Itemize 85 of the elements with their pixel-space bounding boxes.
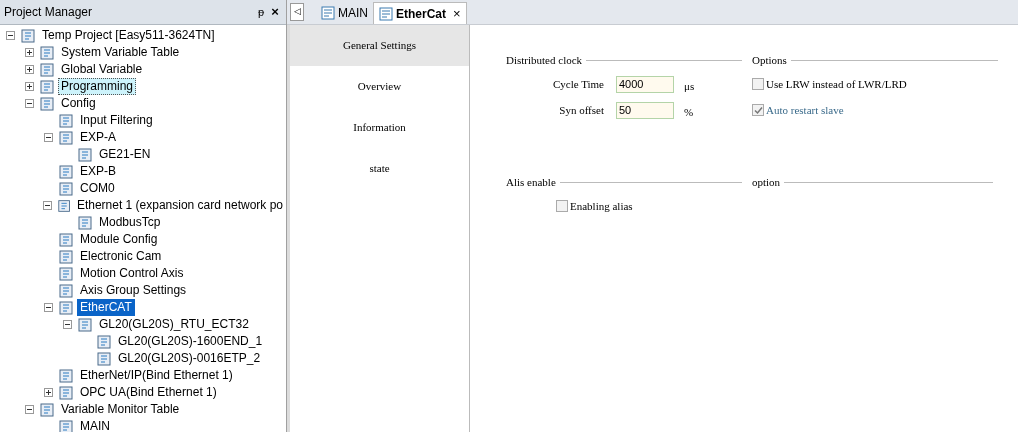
tree-item[interactable]: GL20(GL20S)-1600END_1: [115, 333, 266, 350]
unit-label: %: [684, 104, 694, 120]
tree-item[interactable]: EtherNet/IP(Bind Ethernet 1): [77, 367, 236, 384]
tree-item[interactable]: OPC UA(Bind Ethernet 1): [77, 384, 220, 401]
tree-node-icon: [39, 402, 55, 417]
collapse-icon[interactable]: [24, 405, 34, 414]
tree-item[interactable]: System Variable Table: [58, 44, 183, 61]
tree-node-icon: [96, 334, 112, 349]
tree-item[interactable]: GL20(GL20S)-0016ETP_2: [115, 350, 264, 367]
expand-icon[interactable]: [24, 48, 34, 57]
tree-node-icon: [58, 113, 74, 128]
tree-node-icon: [77, 215, 93, 230]
tree-node-icon: [58, 181, 74, 196]
tree-item[interactable]: GL20(GL20S)_RTU_ECT32: [96, 316, 252, 333]
tree-node-icon: [58, 249, 74, 264]
tab-label: EtherCat: [396, 5, 446, 23]
tree-node-icon: [58, 419, 74, 432]
group-title: Distributed clock: [506, 52, 583, 68]
tree-item[interactable]: Config: [58, 95, 99, 112]
unit-label: μs: [684, 78, 695, 94]
tab-label: MAIN: [338, 5, 368, 22]
checkbox-label: Auto restart slave: [766, 102, 844, 118]
tree-item[interactable]: Variable Monitor Table: [58, 401, 183, 418]
checkbox-label: Use LRW instead of LWR/LRD: [766, 76, 907, 92]
tree-item[interactable]: Global Variable: [58, 61, 146, 78]
group-title: option: [752, 174, 781, 190]
tree-node-icon: [58, 130, 74, 145]
pin-button[interactable]: ᵽ: [254, 3, 268, 21]
close-button[interactable]: ×: [453, 3, 461, 24]
tree-node-icon: [20, 28, 36, 43]
tree-item[interactable]: EXP-B: [77, 163, 119, 180]
input-field[interactable]: 4000: [616, 75, 674, 93]
nav-item[interactable]: General Settings: [290, 25, 469, 66]
tree-node-icon: [39, 79, 55, 94]
panel-title: Project Manager: [4, 4, 94, 21]
tree-node-icon: [56, 198, 71, 213]
field-label: Cycle Time: [551, 76, 605, 92]
tree-node-icon: [58, 385, 74, 400]
expand-icon[interactable]: [24, 65, 34, 74]
tree-node-icon: [39, 45, 55, 60]
field-label: Syn offset: [558, 102, 605, 118]
tab-icon: [321, 6, 335, 20]
collapse-icon[interactable]: [5, 31, 15, 40]
tree-item[interactable]: Module Config: [77, 231, 161, 248]
tree-node-icon: [58, 266, 74, 281]
collapse-icon[interactable]: [24, 99, 34, 108]
group-title: Alis enable: [506, 174, 556, 190]
tree-item[interactable]: ModbusTcp: [96, 214, 164, 231]
tab-icon: [379, 6, 393, 21]
tree-node-icon: [58, 164, 74, 179]
tree-node-icon: [58, 232, 74, 247]
tab[interactable]: EtherCat ×: [373, 2, 467, 24]
expand-icon[interactable]: [43, 388, 53, 397]
checkbox[interactable]: [752, 78, 764, 90]
tree-node-icon: [58, 300, 74, 315]
tree-item[interactable]: MAIN: [77, 418, 113, 432]
tree-node-icon: [96, 351, 112, 366]
tree-item[interactable]: COM0: [77, 180, 118, 197]
collapse-icon[interactable]: [42, 201, 52, 210]
tree-node-icon: [77, 147, 93, 162]
tree-item[interactable]: Temp Project [Easy511-3624TN]: [39, 27, 218, 44]
collapse-icon[interactable]: [43, 133, 53, 142]
tree-node-icon: [58, 283, 74, 298]
tree-item[interactable]: Motion Control Axis: [77, 265, 187, 282]
tree-item[interactable]: Programming: [58, 78, 137, 95]
checkbox[interactable]: [556, 200, 568, 212]
collapse-icon[interactable]: [62, 320, 72, 329]
checkbox-label: Enabling alias: [570, 198, 633, 214]
tree-node-icon: [58, 368, 74, 383]
tree-item[interactable]: Axis Group Settings: [77, 282, 190, 299]
tree-node-icon: [39, 62, 55, 77]
tree-item[interactable]: Electronic Cam: [77, 248, 165, 265]
tree-item[interactable]: EXP-A: [77, 129, 119, 146]
expand-icon[interactable]: [24, 82, 34, 91]
tab-scroll-button[interactable]: ◁: [290, 3, 304, 21]
tree-item[interactable]: Ethernet 1 (expansion card network po: [73, 197, 286, 214]
tree-node-icon: [39, 96, 55, 111]
collapse-icon[interactable]: [43, 303, 53, 312]
input-field[interactable]: 50: [616, 101, 674, 119]
tree-item[interactable]: GE21-EN: [96, 146, 154, 163]
tree-node-icon: [77, 317, 93, 332]
tree-item[interactable]: EtherCAT: [77, 299, 135, 316]
tree-item[interactable]: Input Filtering: [77, 112, 156, 129]
close-button[interactable]: ×: [268, 2, 282, 22]
group-title: Options: [752, 52, 787, 68]
